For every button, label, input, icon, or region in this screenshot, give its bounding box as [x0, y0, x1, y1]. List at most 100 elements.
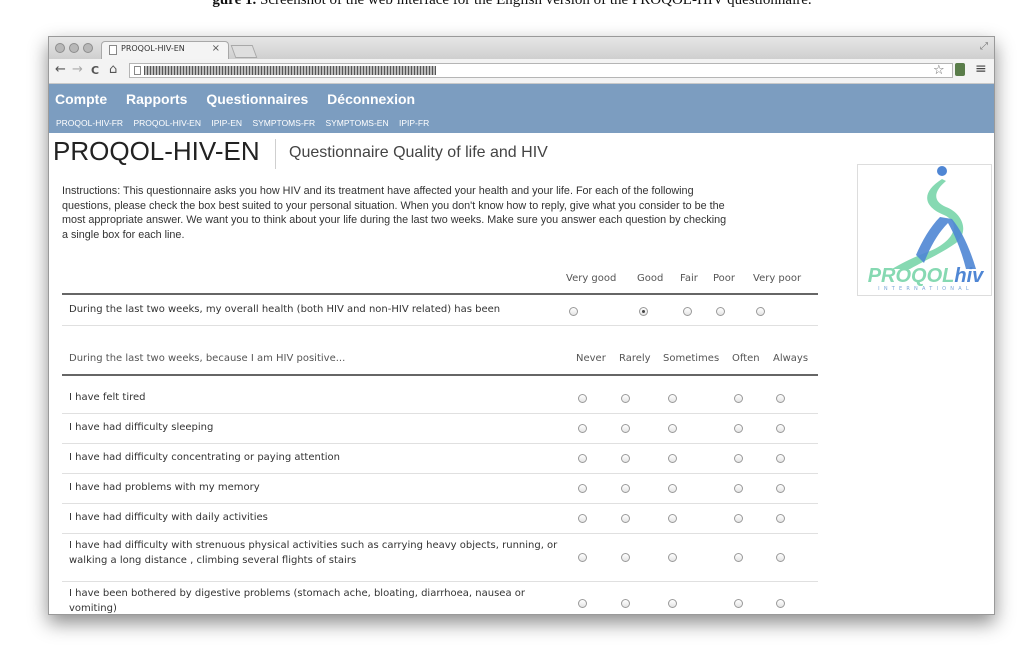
- radio-rarely[interactable]: [621, 484, 630, 493]
- tab-close-icon[interactable]: ×: [212, 43, 220, 54]
- proqol-logo: PROQOLhiv INTERNATIONAL: [857, 164, 992, 296]
- col-often: Often: [732, 353, 760, 364]
- col-very-poor: Very poor: [753, 273, 802, 284]
- subnav-symptoms-fr[interactable]: SYMPTOMS-FR: [252, 118, 315, 128]
- radio-never[interactable]: [578, 424, 587, 433]
- col-sometimes: Sometimes: [663, 353, 720, 364]
- address-bar[interactable]: [129, 63, 953, 78]
- radio-sometimes[interactable]: [668, 484, 677, 493]
- main-nav: Compte Rapports Questionnaires Déconnexi…: [55, 91, 430, 107]
- caption-text: Screenshot of the web interface for the …: [259, 0, 812, 8]
- tab-title: PROQOL-HIV-EN: [121, 44, 185, 53]
- radio-rarely[interactable]: [621, 394, 630, 403]
- subnav-symptoms-en[interactable]: SYMPTOMS-EN: [325, 118, 388, 128]
- radio-always[interactable]: [776, 514, 785, 523]
- subnav-ipip-fr[interactable]: IPIP-FR: [399, 118, 429, 128]
- forward-button[interactable]: →: [72, 62, 83, 77]
- menu-icon[interactable]: ≡: [975, 61, 987, 77]
- browser-tab[interactable]: PROQOL-HIV-EN ×: [101, 41, 229, 59]
- subnav-proqol-hiv-en[interactable]: PROQOL-HIV-EN: [133, 118, 201, 128]
- page-doc-icon: [134, 66, 141, 75]
- caption-label: gure 1.: [212, 0, 257, 8]
- radio-always[interactable]: [776, 553, 785, 562]
- fullscreen-icon[interactable]: ⤢: [980, 41, 988, 52]
- question-text: I have had problems with my memory: [69, 482, 260, 493]
- col-never: Never: [576, 353, 606, 364]
- star-icon[interactable]: ☆: [933, 63, 945, 78]
- reload-button[interactable]: C: [91, 64, 99, 77]
- radio-never[interactable]: [578, 454, 587, 463]
- subnav-ipip-en[interactable]: IPIP-EN: [211, 118, 242, 128]
- logo-part2: hiv: [954, 265, 984, 287]
- row-divider: [62, 413, 818, 414]
- nav-rapports[interactable]: Rapports: [126, 91, 187, 107]
- radio-always[interactable]: [776, 424, 785, 433]
- radio-sometimes[interactable]: [668, 599, 677, 608]
- radio-good[interactable]: [639, 307, 648, 316]
- question-text: I have felt tired: [69, 392, 146, 403]
- radio-never[interactable]: [578, 553, 587, 562]
- title-divider: [275, 139, 276, 169]
- radio-sometimes[interactable]: [668, 514, 677, 523]
- question-text: I have had difficulty with strenuous phy…: [69, 540, 558, 566]
- col-always: Always: [773, 353, 809, 364]
- radio-sometimes[interactable]: [668, 394, 677, 403]
- logo-part1: PROQOL: [867, 265, 955, 287]
- question-text: I have had difficulty concentrating or p…: [69, 452, 340, 463]
- radio-never[interactable]: [578, 599, 587, 608]
- radio-rarely[interactable]: [621, 454, 630, 463]
- nav-compte[interactable]: Compte: [55, 91, 107, 107]
- home-button[interactable]: ⌂: [109, 62, 117, 77]
- radio-often[interactable]: [734, 553, 743, 562]
- radio-never[interactable]: [578, 394, 587, 403]
- radio-poor[interactable]: [716, 307, 725, 316]
- radio-rarely[interactable]: [621, 553, 630, 562]
- radio-always[interactable]: [776, 454, 785, 463]
- row-divider: [62, 503, 818, 504]
- radio-sometimes[interactable]: [668, 553, 677, 562]
- radio-fair[interactable]: [683, 307, 692, 316]
- radio-rarely[interactable]: [621, 599, 630, 608]
- col-good: Good: [637, 273, 664, 284]
- radio-often[interactable]: [734, 394, 743, 403]
- questionnaire-nav: PROQOL-HIV-FR PROQOL-HIV-EN IPIP-EN SYMP…: [56, 118, 437, 128]
- radio-always[interactable]: [776, 484, 785, 493]
- nav-deconnexion[interactable]: Déconnexion: [327, 91, 415, 107]
- browser-toolbar: ← → C ⌂ ☆ ≡: [49, 59, 994, 84]
- row-divider: [62, 533, 818, 534]
- back-button[interactable]: ←: [55, 62, 66, 77]
- subnav-proqol-hiv-fr[interactable]: PROQOL-HIV-FR: [56, 118, 123, 128]
- nav-questionnaires[interactable]: Questionnaires: [206, 91, 308, 107]
- radio-sometimes[interactable]: [668, 424, 677, 433]
- radio-rarely[interactable]: [621, 424, 630, 433]
- tab-bar: PROQOL-HIV-EN × ⤢: [49, 37, 994, 59]
- col-fair: Fair: [680, 273, 698, 284]
- radio-very-poor[interactable]: [756, 307, 765, 316]
- radio-often[interactable]: [734, 484, 743, 493]
- section2-divider: [62, 374, 818, 376]
- minimize-window-button[interactable]: [69, 43, 79, 53]
- radio-often[interactable]: [734, 424, 743, 433]
- section1-divider: [62, 293, 818, 295]
- extension-icon[interactable]: [955, 63, 965, 76]
- doc-icon: [109, 45, 117, 55]
- radio-often[interactable]: [734, 599, 743, 608]
- radio-never[interactable]: [578, 484, 587, 493]
- page-title: PROQOL-HIV-EN: [53, 136, 260, 166]
- radio-always[interactable]: [776, 394, 785, 403]
- radio-rarely[interactable]: [621, 514, 630, 523]
- site-header: Compte Rapports Questionnaires Déconnexi…: [49, 84, 994, 133]
- close-window-button[interactable]: [55, 43, 65, 53]
- col-poor: Poor: [713, 273, 736, 284]
- radio-sometimes[interactable]: [668, 454, 677, 463]
- redacted-url: [144, 66, 436, 75]
- radio-often[interactable]: [734, 454, 743, 463]
- question-text: I have had difficulty sleeping: [69, 422, 214, 433]
- row-divider: [62, 443, 818, 444]
- radio-very-good[interactable]: [569, 307, 578, 316]
- zoom-window-button[interactable]: [83, 43, 93, 53]
- new-tab-button[interactable]: [230, 45, 258, 58]
- radio-often[interactable]: [734, 514, 743, 523]
- radio-always[interactable]: [776, 599, 785, 608]
- radio-never[interactable]: [578, 514, 587, 523]
